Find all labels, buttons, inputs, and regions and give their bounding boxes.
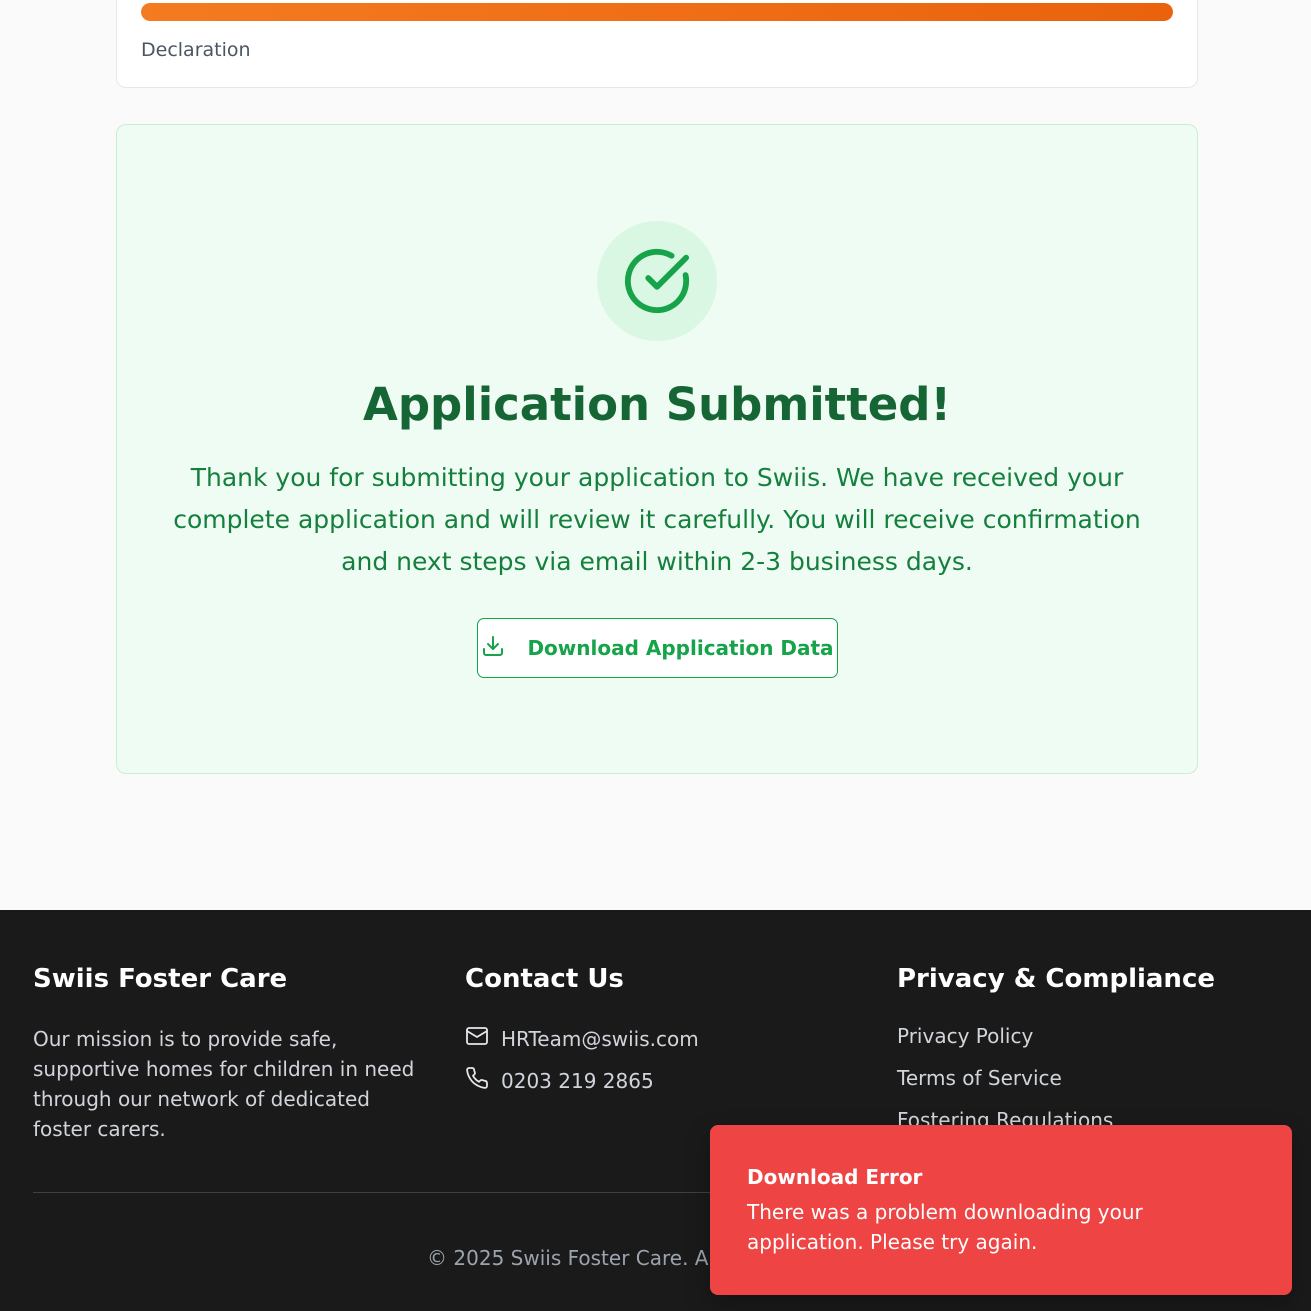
footer-about-heading: Swiis Foster Care [33,964,288,994]
contact-email[interactable]: HRTeam@swiis.com [501,1027,699,1051]
footer-privacy-heading: Privacy & Compliance [897,964,1215,994]
progress-bar-fill [141,3,1173,21]
footer-contact: Contact Us HRTeam@swiis.com 0203 219 286… [465,964,699,1108]
terms-of-service-link[interactable]: Terms of Service [897,1066,1215,1095]
toast-title: Download Error [747,1165,923,1189]
footer-contact-heading: Contact Us [465,964,624,994]
download-icon [481,634,505,662]
check-circle-icon [597,221,717,341]
download-error-toast[interactable]: Download Error There was a problem downl… [710,1125,1292,1295]
mail-icon [465,1024,489,1053]
progress-card: Declaration [116,0,1198,88]
footer-about: Swiis Foster Care Our mission is to prov… [33,964,423,1144]
success-message: Thank you for submitting your applicatio… [173,463,1141,576]
footer-mission-text: Our mission is to provide safe, supporti… [33,1027,415,1141]
footer-privacy: Privacy & Compliance Privacy Policy Term… [897,964,1215,1150]
contact-email-row[interactable]: HRTeam@swiis.com [465,1024,699,1053]
contact-phone[interactable]: 0203 219 2865 [501,1069,654,1093]
progress-step-label: Declaration [141,39,251,61]
toast-message: There was a problem downloading your app… [747,1200,1143,1254]
download-button-label: Download Application Data [527,636,834,660]
phone-icon [465,1066,489,1095]
progress-bar [141,3,1173,21]
success-title: Application Submitted! [363,378,951,431]
contact-phone-row[interactable]: 0203 219 2865 [465,1066,699,1095]
success-card: Application Submitted! Thank you for sub… [116,124,1198,774]
privacy-policy-link[interactable]: Privacy Policy [897,1024,1215,1053]
download-application-button[interactable]: Download Application Data [477,618,838,678]
